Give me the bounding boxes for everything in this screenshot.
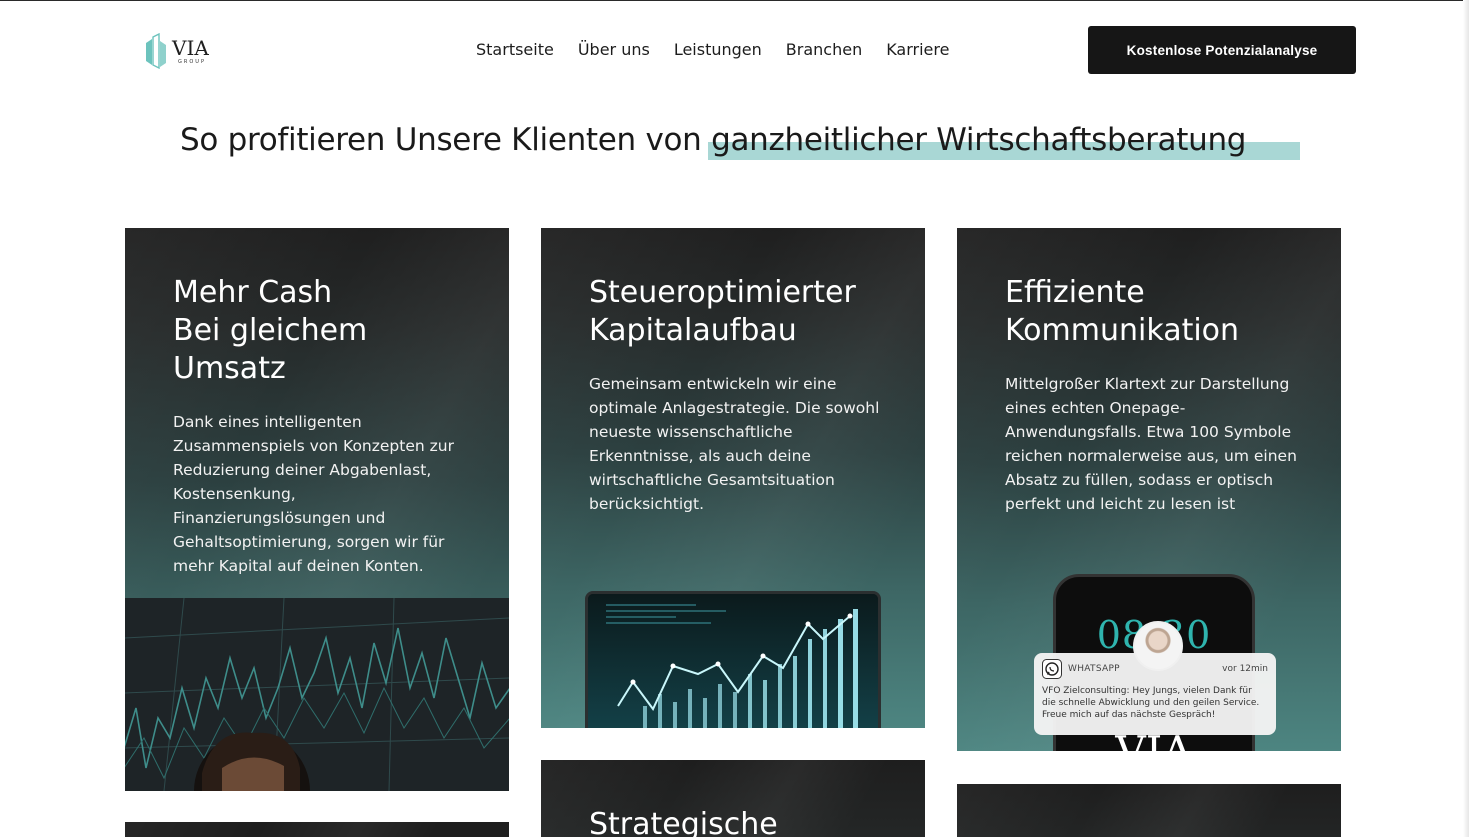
via-group-logo[interactable]: VIA GROUP bbox=[144, 32, 224, 70]
laptop-chart-image bbox=[585, 591, 881, 728]
section-headline: So profitieren Unsere Klienten von ganzh… bbox=[180, 118, 1310, 164]
notification-message: VFO Zielconsulting: Hey Jungs, vielen Da… bbox=[1042, 686, 1260, 720]
whatsapp-icon bbox=[1042, 659, 1062, 679]
card-row2-right bbox=[957, 784, 1341, 837]
card-title-line: Umsatz bbox=[173, 351, 286, 386]
headline-text: So profitieren Unsere Klienten von ganzh… bbox=[180, 118, 1310, 162]
notification-app-name: WHATSAPP bbox=[1068, 664, 1120, 674]
scrollbar-edge bbox=[1463, 0, 1469, 837]
card-title-line: Bei gleichem bbox=[173, 313, 368, 348]
card-title: Strategische bbox=[589, 807, 778, 837]
card-title-line: Kapitalaufbau bbox=[589, 313, 797, 348]
nav-ueber-uns[interactable]: Über uns bbox=[578, 38, 650, 62]
notification-time: vor 12min bbox=[1222, 664, 1268, 674]
laptop-screen-graphic bbox=[588, 594, 878, 728]
card-title-line: Mehr Cash bbox=[173, 275, 333, 310]
card-title-line: Effiziente bbox=[1005, 275, 1145, 310]
card-title-line: Kommunikation bbox=[1005, 313, 1240, 348]
card-description: Gemeinsam entwickeln wir eine optimale A… bbox=[589, 375, 880, 513]
nav-karriere[interactable]: Karriere bbox=[886, 38, 949, 62]
nav-leistungen[interactable]: Leistungen bbox=[674, 38, 762, 62]
card-title: Effiziente Kommunikation bbox=[1005, 274, 1239, 350]
headline-highlighted: ganzheitlicher Wirtschaftsberatung bbox=[711, 122, 1247, 158]
logo-bars-icon bbox=[146, 33, 166, 69]
card-title: Steueroptimierter Kapitalaufbau bbox=[589, 274, 856, 350]
card-strategische: Strategische bbox=[541, 760, 925, 837]
logo-wordmark: VIA GROUP bbox=[172, 38, 209, 65]
card-description: Mittelgroßer Klartext zur Darstellung ei… bbox=[1005, 375, 1297, 513]
card-kapitalaufbau: Steueroptimierter Kapitalaufbau Gemeinsa… bbox=[541, 228, 925, 728]
chart-graphic bbox=[125, 598, 509, 791]
card-mehr-cash: Mehr Cash Bei gleichem Umsatz Dank eines… bbox=[125, 228, 509, 791]
card-title-line: Steueroptimierter bbox=[589, 275, 856, 310]
avatar bbox=[1133, 621, 1183, 671]
card-kommunikation: Effiziente Kommunikation Mittelgroßer Kl… bbox=[957, 228, 1341, 751]
card-row2-left bbox=[125, 822, 509, 837]
potenzialanalyse-button[interactable]: Kostenlose Potenzialanalyse bbox=[1088, 26, 1356, 74]
nav-startseite[interactable]: Startseite bbox=[476, 38, 554, 62]
card-title: Mehr Cash Bei gleichem Umsatz bbox=[173, 274, 367, 388]
top-border bbox=[0, 0, 1469, 1]
main-navigation: Startseite Über uns Leistungen Branchen … bbox=[476, 38, 973, 62]
card-description: Dank eines intelligenten Zusammenspiels … bbox=[173, 413, 454, 575]
stock-chart-image bbox=[125, 598, 509, 791]
nav-branchen[interactable]: Branchen bbox=[786, 38, 862, 62]
headline-prefix: So profitieren Unsere Klienten von bbox=[180, 122, 712, 158]
logo-sub-text: GROUP bbox=[178, 58, 206, 65]
logo-main-text: VIA bbox=[172, 35, 209, 60]
